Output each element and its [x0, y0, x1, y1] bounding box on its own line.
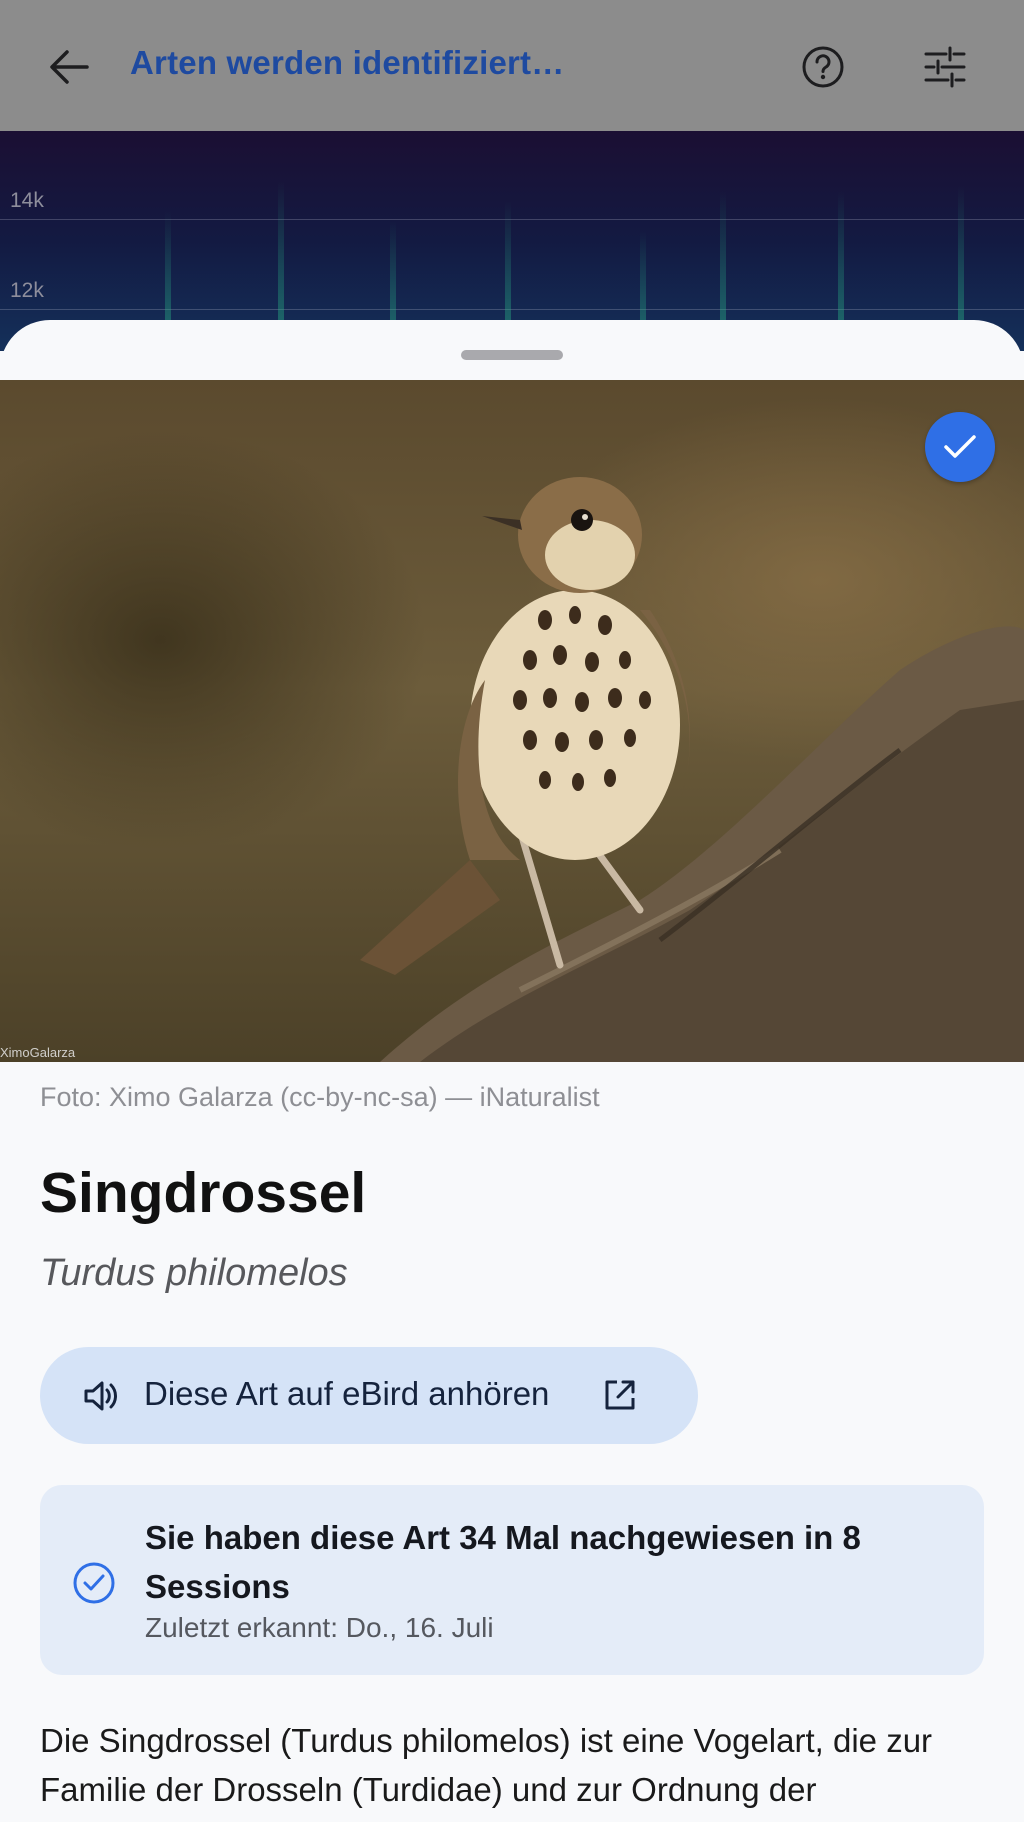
- grid-line: [0, 219, 1024, 220]
- help-circle-icon: [802, 46, 844, 88]
- selected-check-badge[interactable]: [925, 412, 995, 482]
- check-icon: [944, 435, 976, 458]
- speaker-icon: [84, 1381, 117, 1411]
- ebird-listen-button[interactable]: Diese Art auf eBird anhören: [40, 1347, 698, 1444]
- species-common-name: Singdrossel: [40, 1161, 367, 1225]
- check-circle-icon: [73, 1562, 115, 1604]
- bird-illustration: [360, 477, 1024, 1062]
- detection-stats-card: Sie haben diese Art 34 Mal nachgewiesen …: [40, 1485, 984, 1675]
- frequency-tick-label: 12k: [10, 279, 44, 302]
- detection-count-text: Sie haben diese Art 34 Mal nachgewiesen …: [145, 1519, 861, 1605]
- drag-handle[interactable]: [461, 350, 563, 360]
- spectrogram: 14k 12k: [0, 131, 1024, 351]
- last-detected-text: Zuletzt erkannt: Do., 16. Juli: [145, 1612, 494, 1643]
- back-button[interactable]: [42, 42, 96, 92]
- species-photo: XimoGalarza: [0, 380, 1024, 1062]
- help-button[interactable]: [800, 44, 846, 90]
- app-bar: Arten werden identifiziert…: [0, 0, 1024, 131]
- frequency-tick-label: 14k: [10, 189, 44, 212]
- ebird-listen-label: Diese Art auf eBird anhören: [144, 1375, 550, 1412]
- photo-credit[interactable]: Foto: Ximo Galarza (cc-by-nc-sa) — iNatu…: [40, 1082, 600, 1113]
- photo-watermark: XimoGalarza: [0, 1045, 76, 1060]
- grid-line: [0, 309, 1024, 310]
- species-description: Die Singdrossel (Turdus philomelos) ist …: [40, 1722, 933, 1808]
- arrow-back-icon: [50, 50, 89, 84]
- open-external-icon: [605, 1380, 635, 1410]
- species-scientific-name: Turdus philomelos: [40, 1252, 348, 1294]
- filter-settings-button[interactable]: [922, 44, 968, 90]
- tune-sliders-icon: [924, 46, 966, 88]
- page-title: Arten werden identifiziert…: [130, 44, 565, 81]
